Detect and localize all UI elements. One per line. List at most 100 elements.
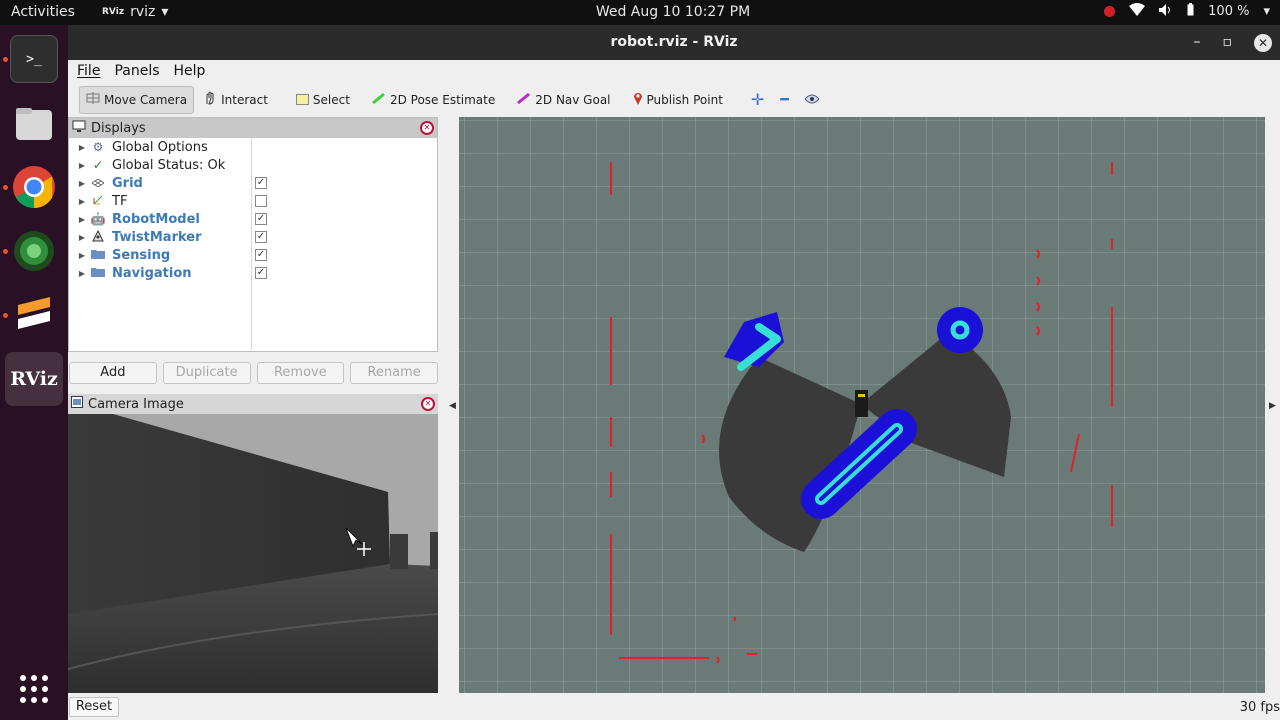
rviz-dock-icon[interactable]: RViz <box>5 352 63 406</box>
menu-file[interactable]: File <box>77 63 100 79</box>
displays-tree: ▶ ⚙ Global Options ▶ ✓ Global Status: Ok… <box>69 138 437 350</box>
pose-estimate-tool[interactable]: 2D Pose Estimate <box>365 86 502 114</box>
rename-button[interactable]: Rename <box>350 362 438 384</box>
monitor-icon <box>72 120 86 136</box>
battery-level: 100 % <box>1208 4 1250 19</box>
display-item-checkbox[interactable] <box>255 195 267 207</box>
nav-goal-tool[interactable]: 2D Nav Goal <box>510 86 617 114</box>
camera-panel-header[interactable]: Camera Image ✕ <box>68 394 438 414</box>
display-item-tf[interactable]: ▶ TF <box>69 192 437 210</box>
grid-icon <box>89 176 107 190</box>
show-applications-icon[interactable] <box>10 665 58 713</box>
folder-icon <box>89 266 107 280</box>
reset-button[interactable]: Reset <box>69 697 119 717</box>
add-tool-button[interactable]: ✛ <box>744 86 771 114</box>
displays-button-row: Add Duplicate Remove Rename <box>68 362 438 386</box>
system-tray[interactable]: 100 % ▾ <box>1104 3 1270 20</box>
sublime-text-icon[interactable] <box>10 291 58 339</box>
map-pin-icon <box>633 91 643 108</box>
expand-arrow-icon[interactable]: ▶ <box>69 161 89 170</box>
view-tool-button[interactable] <box>798 86 826 114</box>
running-indicator <box>3 57 8 62</box>
move-camera-tool[interactable]: Move Camera <box>79 85 195 114</box>
display-item-global-options[interactable]: ▶ ⚙ Global Options <box>69 138 437 156</box>
expand-arrow-icon[interactable]: ▶ <box>69 233 89 242</box>
window-title: robot.rviz - RViz <box>610 34 738 50</box>
display-item-global-status[interactable]: ▶ ✓ Global Status: Ok <box>69 156 437 174</box>
expand-arrow-icon[interactable]: ▶ <box>69 179 89 188</box>
remove-tool-button[interactable]: ━ <box>773 86 795 114</box>
wifi-icon <box>1129 3 1146 20</box>
dock: >_ RViz <box>0 25 68 720</box>
menu-panels[interactable]: Panels <box>114 63 159 79</box>
clock[interactable]: Wed Aug 10 10:27 PM <box>0 4 1280 20</box>
move-camera-label: Move Camera <box>104 92 188 107</box>
display-item-robotmodel[interactable]: ▶ 🤖 RobotModel ✓ <box>69 210 437 228</box>
remove-button[interactable]: Remove <box>256 362 345 384</box>
display-item-checkbox[interactable]: ✓ <box>255 177 267 189</box>
running-indicator <box>3 249 8 254</box>
expand-arrow-icon[interactable]: ▶ <box>69 197 89 206</box>
system-top-bar: Activities RViz rviz ▾ Wed Aug 10 10:27 … <box>0 0 1280 25</box>
display-item-label: Sensing <box>112 247 171 263</box>
nav-goal-label: 2D Nav Goal <box>535 92 611 107</box>
duplicate-button[interactable]: Duplicate <box>162 362 251 384</box>
display-item-checkbox[interactable]: ✓ <box>255 231 267 243</box>
files-icon[interactable] <box>10 100 58 148</box>
green-arrow-icon <box>372 92 386 107</box>
expand-arrow-icon[interactable]: ▶ <box>69 269 89 278</box>
image-icon <box>71 396 83 412</box>
marker-icon <box>89 229 107 245</box>
display-item-checkbox[interactable]: ✓ <box>255 267 267 279</box>
close-panel-icon[interactable]: ✕ <box>421 397 435 411</box>
chrome-icon[interactable] <box>10 163 58 211</box>
pose-estimate-label: 2D Pose Estimate <box>389 92 496 107</box>
display-item-grid[interactable]: ▶ Grid ✓ <box>69 174 437 192</box>
close-icon[interactable]: ✕ <box>1254 33 1272 52</box>
display-item-label: TwistMarker <box>112 229 202 245</box>
menu-help[interactable]: Help <box>174 63 206 79</box>
display-item-navigation[interactable]: ▶ Navigation ✓ <box>69 264 437 282</box>
check-icon: ✓ <box>92 158 104 172</box>
camera-image-panel: Camera Image ✕ <box>68 394 438 693</box>
battery-icon <box>1187 3 1194 20</box>
tool-bar: Move Camera Interact Select 2D Pose Esti… <box>68 82 1280 117</box>
add-button[interactable]: Add <box>69 362 157 384</box>
displays-panel: Displays ✕ ▶ ⚙ Global Options ▶ ✓ Global… <box>68 117 438 352</box>
publish-point-tool[interactable]: Publish Point <box>626 86 730 114</box>
running-indicator <box>3 185 8 190</box>
volume-icon <box>1159 3 1173 20</box>
display-item-checkbox[interactable]: ✓ <box>255 249 267 261</box>
collapse-right-icon[interactable]: ▶ <box>1269 401 1276 411</box>
minimize-icon[interactable]: – <box>1194 25 1201 60</box>
chevron-down-icon: ▾ <box>1263 4 1270 19</box>
select-tool[interactable]: Select <box>289 86 357 114</box>
eye-icon <box>804 93 820 107</box>
camera-feed[interactable] <box>68 414 438 693</box>
menu-bar: File Panels Help <box>68 60 1280 82</box>
display-item-checkbox[interactable]: ✓ <box>255 213 267 225</box>
expand-arrow-icon[interactable]: ▶ <box>69 143 89 152</box>
gazebo-icon[interactable] <box>10 227 58 275</box>
publish-point-label: Publish Point <box>646 92 723 107</box>
terminal-icon[interactable]: >_ <box>10 35 58 83</box>
expand-arrow-icon[interactable]: ▶ <box>69 215 89 224</box>
axes-icon <box>89 194 107 209</box>
display-item-twistmarker[interactable]: ▶ TwistMarker ✓ <box>69 228 437 246</box>
maximize-icon[interactable]: ▫ <box>1223 25 1233 60</box>
close-panel-icon[interactable]: ✕ <box>420 121 434 135</box>
rviz-window: robot.rviz - RViz – ▫ ✕ File Panels Help… <box>68 25 1280 720</box>
move-camera-icon <box>86 92 100 107</box>
interact-tool[interactable]: Interact <box>196 86 275 114</box>
expand-arrow-icon[interactable]: ▶ <box>69 251 89 260</box>
gear-icon: ⚙ <box>92 140 104 154</box>
interact-label: Interact <box>221 92 268 107</box>
collapse-left-icon[interactable]: ◀ <box>449 401 456 411</box>
window-titlebar[interactable]: robot.rviz - RViz – ▫ ✕ <box>68 25 1280 60</box>
select-label: Select <box>312 92 350 107</box>
displays-panel-header[interactable]: Displays ✕ <box>69 118 437 138</box>
recording-indicator-icon <box>1104 6 1116 17</box>
3d-render-view[interactable] <box>459 117 1265 693</box>
running-indicator <box>3 313 8 318</box>
display-item-sensing[interactable]: ▶ Sensing ✓ <box>69 246 437 264</box>
